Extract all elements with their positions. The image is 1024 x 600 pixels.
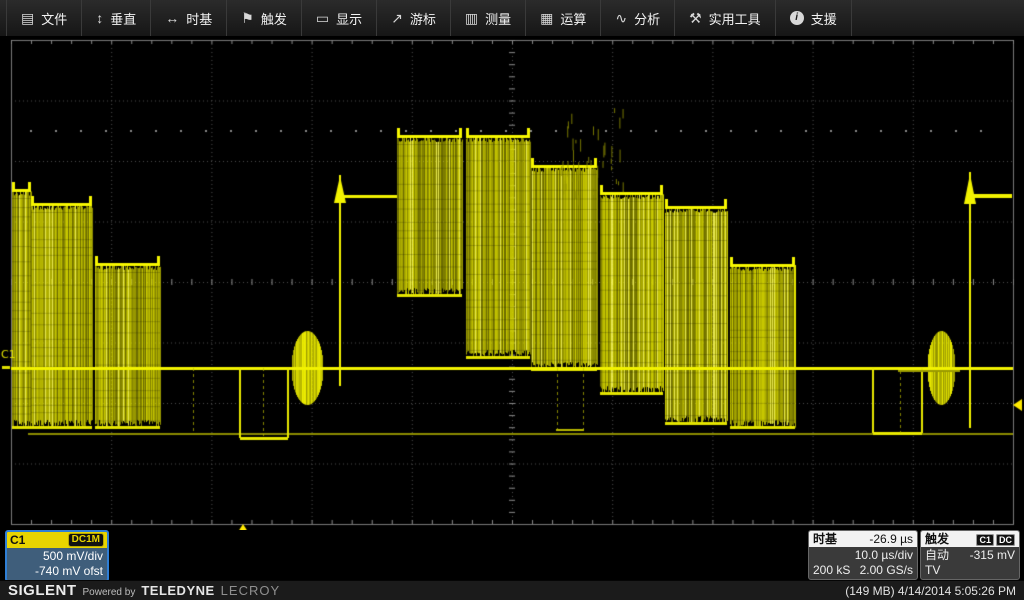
menu-item-label: 时基 xyxy=(186,9,212,28)
trigger-header: 触发 C1DC xyxy=(921,531,1019,547)
cursors-icon: ↗ xyxy=(391,11,403,25)
powered-by-text: Powered by xyxy=(83,587,136,598)
timebase-label: 时基 xyxy=(813,532,837,547)
timebase-samples: 200 kS xyxy=(813,563,850,578)
menu-item-label: 支援 xyxy=(811,9,837,28)
timebase-delay: -26.9 µs xyxy=(869,532,913,547)
menu-item-label: 运算 xyxy=(560,9,586,28)
menu-item-label: 触发 xyxy=(261,9,287,28)
menu-item-label: 分析 xyxy=(634,9,660,28)
menu-item-math[interactable]: ▦ 运算 xyxy=(526,0,601,36)
support-icon: i xyxy=(790,11,804,25)
menu-item-cursors[interactable]: ↗ 游标 xyxy=(377,0,451,36)
menu-item-file[interactable]: ▤ 文件 xyxy=(6,0,82,36)
trigger-label: 触发 xyxy=(925,532,949,547)
menu-item-trigger[interactable]: ⚑ 触发 xyxy=(227,0,302,36)
menu-item-utilities[interactable]: ⚒ 实用工具 xyxy=(675,0,776,36)
waveform-display[interactable] xyxy=(0,36,1024,530)
display-icon: ▭ xyxy=(316,11,329,25)
channel-coupling-badge: DC1M xyxy=(68,533,104,547)
channel-offset: -740 mV ofst xyxy=(11,564,103,579)
menu-item-label: 游标 xyxy=(410,9,436,28)
timebase-header: 时基 -26.9 µs xyxy=(809,531,917,547)
channel-scale: 500 mV/div xyxy=(11,549,103,564)
menu-item-label: 实用工具 xyxy=(709,9,761,28)
channel-settings: 500 mV/div -740 mV ofst xyxy=(7,548,107,580)
trigger-coupling-badge: DC xyxy=(996,534,1015,546)
math-icon: ▦ xyxy=(540,11,553,25)
menu-item-display[interactable]: ▭ 显示 xyxy=(302,0,377,36)
channel-header: C1 DC1M xyxy=(7,532,107,548)
menu-bar: ▤ 文件 ↕ 垂直 ↔ 时基 ⚑ 触发 ▭ 显示 ↗ 游标 ▥ 测量 ▦ 运算 ∿ 分析 ⚒ 实用工具 i 支援 xyxy=(0,0,1024,37)
measure-icon: ▥ xyxy=(465,11,478,25)
oscilloscope-app: ▤ 文件 ↕ 垂直 ↔ 时基 ⚑ 触发 ▭ 显示 ↗ 游标 ▥ 测量 ▦ 运算 ∿ 分析 ⚒ 实用工具 i 支援 C1 D… xyxy=(0,0,1024,600)
analysis-icon: ∿ xyxy=(615,11,627,25)
menu-item-measure[interactable]: ▥ 测量 xyxy=(451,0,526,36)
menu-item-analysis[interactable]: ∿ 分析 xyxy=(601,0,675,36)
menu-item-vertical[interactable]: ↕ 垂直 xyxy=(82,0,151,36)
utilities-icon: ⚒ xyxy=(689,11,702,25)
trigger-type: TV xyxy=(925,563,940,578)
menu-item-label: 测量 xyxy=(485,9,511,28)
menu-item-support[interactable]: i 支援 xyxy=(776,0,852,36)
channel-name: C1 xyxy=(10,533,25,548)
siglent-logo: SIGLENT xyxy=(8,582,77,599)
brand-logos: SIGLENT Powered by TELEDYNE LECROY xyxy=(8,582,280,599)
trigger-descriptor[interactable]: 触发 C1DC 自动 -315 mV TV xyxy=(920,530,1020,580)
timebase-icon: ↔ xyxy=(165,11,179,25)
channel-c1-descriptor[interactable]: C1 DC1M 500 mV/div -740 mV ofst xyxy=(5,530,109,582)
timebase-scale: 10.0 µs/div xyxy=(813,548,913,563)
menu-item-label: 显示 xyxy=(336,9,362,28)
trigger-settings: 自动 -315 mV TV xyxy=(921,547,1019,579)
menu-item-label: 文件 xyxy=(41,9,67,28)
vertical-icon: ↕ xyxy=(96,11,103,25)
menu-item-timebase[interactable]: ↔ 时基 xyxy=(151,0,227,36)
scope-screen xyxy=(0,36,1024,530)
trigger-icon: ⚑ xyxy=(241,11,254,25)
teledyne-logo: TELEDYNE xyxy=(141,583,214,598)
trigger-badges: C1DC xyxy=(974,532,1015,547)
trigger-level: -315 mV xyxy=(970,548,1015,563)
file-icon: ▤ xyxy=(21,11,34,25)
status-bar: SIGLENT Powered by TELEDYNE LECROY (149 … xyxy=(0,580,1024,600)
timebase-settings: 10.0 µs/div 200 kS 2.00 GS/s xyxy=(809,547,917,579)
trigger-source-badge: C1 xyxy=(976,534,994,546)
trigger-mode: 自动 xyxy=(925,548,949,563)
timebase-descriptor[interactable]: 时基 -26.9 µs 10.0 µs/div 200 kS 2.00 GS/s xyxy=(808,530,918,580)
timebase-rate: 2.00 GS/s xyxy=(860,563,913,578)
menu-item-label: 垂直 xyxy=(110,9,136,28)
lecroy-logo: LECROY xyxy=(221,583,280,598)
descriptor-row: C1 DC1M 500 mV/div -740 mV ofst 时基 -26.9… xyxy=(0,530,1024,580)
memory-datetime-status: (149 MB) 4/14/2014 5:05:26 PM xyxy=(845,584,1016,598)
